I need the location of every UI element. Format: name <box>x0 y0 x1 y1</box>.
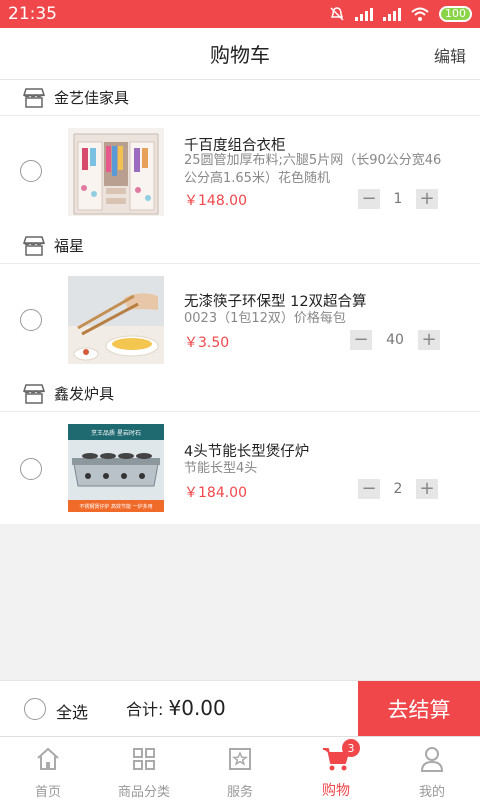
shop-header[interactable]: 金艺佳家具 <box>0 80 480 116</box>
total-summary: 合计: ¥0.00 <box>126 696 226 720</box>
status-bar: 21:35 100 <box>0 0 480 28</box>
user-icon <box>420 745 444 773</box>
shop-header[interactable]: 福星 <box>0 228 480 264</box>
cart-badge: 3 <box>342 739 360 757</box>
tab-label: 我的 <box>418 785 445 800</box>
shop-header[interactable]: 鑫发炉具 <box>0 376 480 412</box>
checkout-bar: 全选 合计: ¥0.00 去结算 <box>0 680 480 737</box>
product-title[interactable]: 无漆筷子环保型 12双超合算 <box>184 290 464 311</box>
store-icon <box>22 87 46 108</box>
total-label: 合计: <box>126 700 164 719</box>
decrement-button[interactable]: − <box>350 330 372 350</box>
battery-indicator: 100 <box>439 6 472 22</box>
product-spec: 0023（1包12双）价格每包 <box>184 311 346 326</box>
tab-service[interactable]: 服务 <box>192 737 288 800</box>
edit-button[interactable]: 编辑 <box>434 43 466 67</box>
shop-name: 鑫发炉具 <box>54 385 115 403</box>
store-icon <box>22 383 46 404</box>
product-title[interactable]: 4头节能长型煲仔炉 <box>184 440 464 461</box>
signal-2-icon <box>383 7 401 21</box>
total-amount: ¥0.00 <box>168 696 226 720</box>
bottom-tab-bar: 首页 商品分类 服务 3 购物 我的 <box>0 736 480 800</box>
tab-home[interactable]: 首页 <box>0 737 96 800</box>
wifi-icon <box>411 7 429 21</box>
quantity-stepper: − 2 + <box>358 479 438 499</box>
product-image-stove[interactable]: 烹王品质 星岩时石 不锈钢煲仔炉 高效节能 一炉多用 <box>68 424 164 512</box>
store-icon <box>22 235 46 256</box>
shop-name: 福星 <box>54 237 85 255</box>
page-title: 购物车 <box>210 43 270 67</box>
tab-label: 购物 <box>322 783 350 799</box>
quantity-value[interactable]: 2 <box>380 481 416 497</box>
shop-name: 金艺佳家具 <box>54 89 130 107</box>
product-image-chopsticks[interactable] <box>68 276 164 364</box>
product-price: ￥184.00 <box>184 485 247 501</box>
item-select-radio[interactable] <box>20 458 42 480</box>
tab-label: 服务 <box>226 785 253 800</box>
select-all-label[interactable]: 全选 <box>56 699 88 723</box>
item-select-radio[interactable] <box>20 160 42 182</box>
increment-button[interactable]: + <box>416 189 438 209</box>
tab-profile[interactable]: 我的 <box>384 737 480 800</box>
select-all-radio[interactable] <box>24 698 46 720</box>
signal-icon <box>355 7 373 21</box>
home-icon <box>35 745 61 773</box>
quantity-stepper: − 1 + <box>358 189 438 209</box>
decrement-button[interactable]: − <box>358 479 380 499</box>
quantity-stepper: − 40 + <box>350 330 440 350</box>
product-price: ￥148.00 <box>184 193 247 209</box>
mute-alarm-icon <box>330 7 344 21</box>
tab-categories[interactable]: 商品分类 <box>96 737 192 800</box>
title-bar: 购物车 编辑 <box>0 28 480 80</box>
stove-image-bottom-text: 不锈钢煲仔炉 高效节能 一炉多用 <box>79 503 152 510</box>
product-price: ￥3.50 <box>184 335 230 351</box>
stove-image-top-text: 烹王品质 星岩时石 <box>91 429 141 437</box>
quantity-value[interactable]: 40 <box>372 332 418 348</box>
cart-item: 烹王品质 星岩时石 不锈钢煲仔炉 高效节能 一炉多用 4头节能长型煲仔炉 节能长… <box>0 412 480 524</box>
tab-label: 首页 <box>34 785 61 800</box>
star-square-icon <box>228 745 252 773</box>
status-time: 21:35 <box>8 4 57 24</box>
quantity-value[interactable]: 1 <box>380 191 416 207</box>
cart-item: 千百度组合衣柜 25圆管加厚布料;六腿5片网（长90公分宽46公分高1.65米）… <box>0 116 480 228</box>
increment-button[interactable]: + <box>416 479 438 499</box>
product-image-wardrobe[interactable] <box>68 128 164 216</box>
status-icons: 100 <box>329 6 472 22</box>
cart-item: 无漆筷子环保型 12双超合算 0023（1包12双）价格每包 ￥3.50 − 4… <box>0 264 480 376</box>
item-select-radio[interactable] <box>20 309 42 331</box>
increment-button[interactable]: + <box>418 330 440 350</box>
tab-cart[interactable]: 3 购物 <box>288 737 384 800</box>
tab-label: 商品分类 <box>117 785 170 800</box>
grid-icon <box>132 745 156 773</box>
product-spec: 节能长型4头 <box>184 461 258 476</box>
decrement-button[interactable]: − <box>358 189 380 209</box>
checkout-button[interactable]: 去结算 <box>358 681 480 737</box>
product-spec: 25圆管加厚布料;六腿5片网（长90公分宽46公分高1.65米）花色随机 <box>184 153 442 186</box>
